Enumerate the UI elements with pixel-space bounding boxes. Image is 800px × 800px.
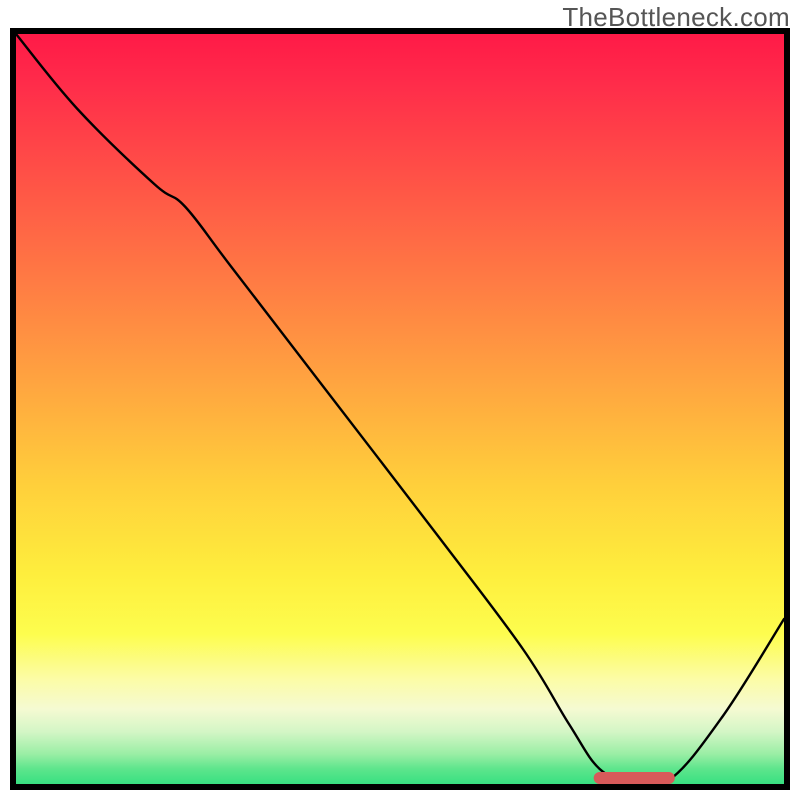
chart-container: { "watermark": "TheBottleneck.com", "cha… bbox=[0, 0, 800, 800]
chart-svg bbox=[16, 34, 784, 784]
plot-area bbox=[10, 28, 790, 790]
curve-line bbox=[16, 34, 784, 784]
